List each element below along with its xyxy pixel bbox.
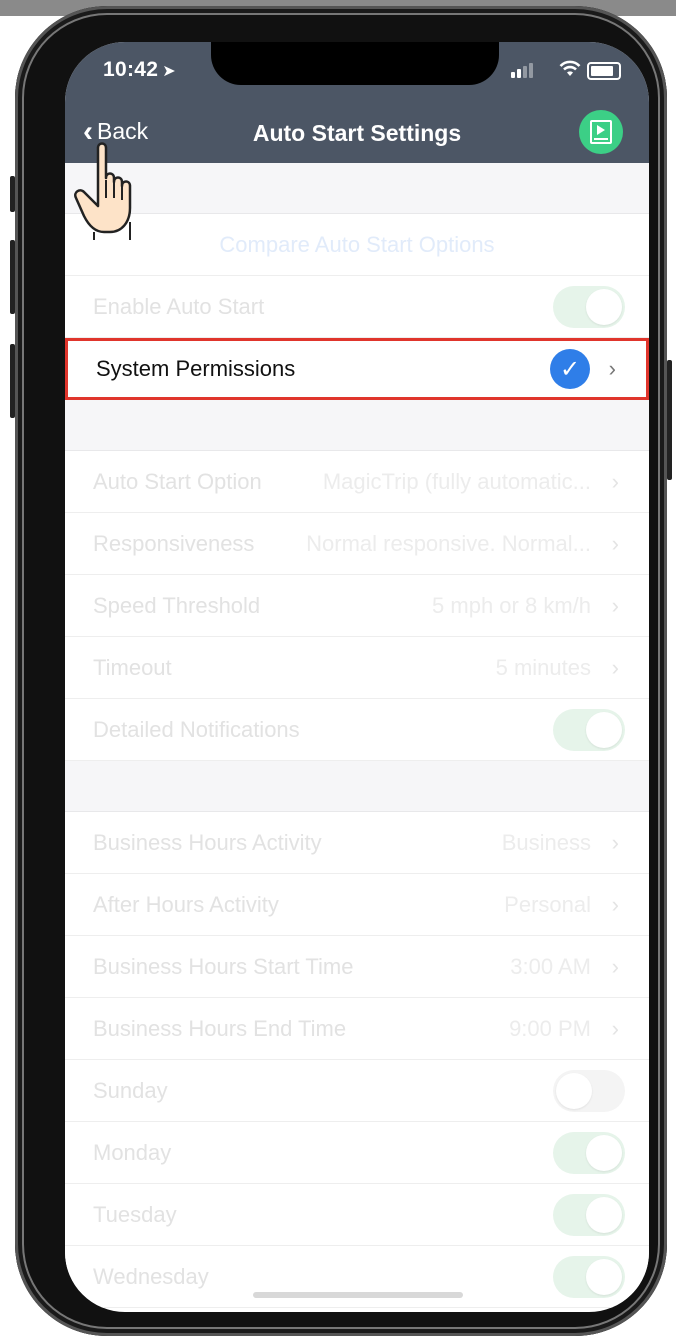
compare-options-link[interactable]: Compare Auto Start Options	[65, 214, 649, 276]
volume-down-button	[10, 344, 15, 418]
day-label: Sunday	[93, 1077, 168, 1103]
detailed-notifications-row: Detailed Notifications	[65, 699, 649, 761]
row-label: Business Hours End Time	[93, 1015, 347, 1041]
sunday-toggle[interactable]	[553, 1069, 625, 1112]
row-label: Responsiveness	[93, 530, 255, 556]
row-value: 9:00 PM	[509, 1015, 591, 1041]
detailed-notifications-toggle[interactable]	[553, 708, 625, 751]
enable-auto-start-label: Enable Auto Start	[93, 293, 265, 319]
video-guide-button[interactable]	[579, 110, 623, 154]
status-and-nav-bar: 10:42 ➤ ‹ Back Auto Start Settings	[65, 42, 649, 163]
chevron-right-icon: ›	[608, 356, 616, 381]
section-gap	[65, 761, 649, 812]
signal-bar	[517, 69, 521, 78]
power-button	[667, 360, 672, 480]
chevron-right-icon: ›	[611, 592, 619, 618]
system-permissions-label: System Permissions	[96, 356, 296, 381]
wednesday-toggle[interactable]	[553, 1255, 625, 1298]
enable-auto-start-toggle[interactable]	[553, 285, 625, 328]
system-permissions-row[interactable]: System Permissions ✓ ›	[65, 338, 649, 400]
enable-auto-start-row: Enable Auto Start	[65, 276, 649, 338]
status-time: 10:42 ➤	[103, 58, 176, 82]
checkmark-icon: ✓	[550, 349, 590, 389]
toggle-knob	[556, 1072, 592, 1109]
tap-hand-icon	[74, 142, 132, 240]
battery-fill	[591, 66, 613, 76]
chevron-right-icon: ›	[611, 829, 619, 855]
chevron-right-icon: ›	[611, 654, 619, 680]
row-label: Business Hours Start Time	[93, 953, 354, 979]
row-value: Normal responsive. Normal...	[306, 530, 591, 556]
day-label: Wednesday	[93, 1263, 209, 1289]
section-gap	[65, 163, 649, 214]
location-arrow-icon: ➤	[162, 63, 176, 80]
chevron-right-icon: ›	[611, 1015, 619, 1041]
page-title: Auto Start Settings	[252, 120, 462, 146]
row-value: Business	[501, 829, 591, 855]
speed-threshold-row[interactable]: Speed Threshold 5 mph or 8 km/h ›	[65, 575, 649, 637]
day-label: Tuesday	[93, 1201, 177, 1227]
section-gap	[65, 400, 649, 451]
phone-screen: 10:42 ➤ ‹ Back Auto Start Settings Compa…	[65, 42, 649, 1312]
settings-list: Compare Auto Start Options Enable Auto S…	[65, 163, 649, 1308]
row-label: Detailed Notifications	[93, 716, 300, 742]
chevron-right-icon: ›	[611, 953, 619, 979]
business-hours-activity-row[interactable]: Business Hours Activity Business ›	[65, 812, 649, 874]
row-label: Business Hours Activity	[93, 829, 322, 855]
responsiveness-row[interactable]: Responsiveness Normal responsive. Normal…	[65, 513, 649, 575]
video-guide-icon	[590, 120, 612, 144]
toggle-knob	[586, 1134, 622, 1171]
notch	[211, 42, 499, 85]
wifi-icon	[559, 60, 581, 83]
tuesday-toggle[interactable]	[553, 1193, 625, 1236]
toggle-knob	[586, 288, 622, 325]
day-row-sunday: Sunday	[65, 1060, 649, 1122]
business-hours-start-row[interactable]: Business Hours Start Time 3:00 AM ›	[65, 936, 649, 998]
row-value: Personal	[504, 891, 591, 917]
timeout-row[interactable]: Timeout 5 minutes ›	[65, 637, 649, 699]
business-hours-end-row[interactable]: Business Hours End Time 9:00 PM ›	[65, 998, 649, 1060]
home-indicator	[253, 1292, 463, 1298]
after-hours-activity-row[interactable]: After Hours Activity Personal ›	[65, 874, 649, 936]
chevron-right-icon: ›	[611, 530, 619, 556]
row-value: 3:00 AM	[510, 953, 591, 979]
mute-switch	[10, 176, 15, 212]
day-label: Monday	[93, 1139, 172, 1165]
status-time-text: 10:42	[103, 58, 159, 81]
volume-up-button	[10, 240, 15, 314]
monday-toggle[interactable]	[553, 1131, 625, 1174]
row-label: Timeout	[93, 654, 172, 680]
chevron-right-icon: ›	[611, 891, 619, 917]
battery-icon	[587, 62, 621, 80]
status-icons	[511, 60, 621, 80]
row-value: MagicTrip (fully automatic...	[322, 468, 591, 494]
toggle-knob	[586, 1196, 622, 1233]
signal-bar	[523, 66, 527, 78]
auto-start-option-row[interactable]: Auto Start Option MagicTrip (fully autom…	[65, 451, 649, 513]
row-label: Speed Threshold	[93, 592, 261, 618]
toggle-knob	[586, 1258, 622, 1295]
day-row-monday: Monday	[65, 1122, 649, 1184]
row-label: After Hours Activity	[93, 891, 279, 917]
row-value: 5 mph or 8 km/h	[432, 592, 591, 618]
day-row-tuesday: Tuesday	[65, 1184, 649, 1246]
row-label: Auto Start Option	[93, 468, 262, 494]
signal-icon	[511, 72, 515, 78]
compare-options-label: Compare Auto Start Options	[219, 231, 495, 257]
signal-bar	[529, 63, 533, 78]
chevron-right-icon: ›	[611, 468, 619, 494]
row-value: 5 minutes	[495, 654, 591, 680]
toggle-knob	[586, 711, 622, 748]
day-row-wednesday: Wednesday	[65, 1246, 649, 1308]
